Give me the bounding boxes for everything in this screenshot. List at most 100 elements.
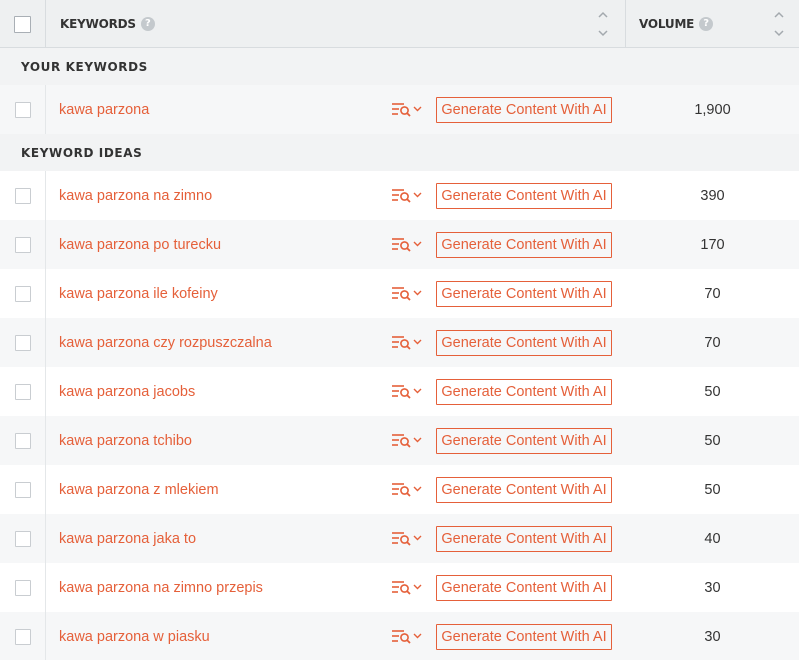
volume-cell: 390 [626,171,799,220]
keyword-cell: kawa parzona tchibo Generate Content Wit… [46,416,626,465]
volume-value: 50 [704,481,721,498]
header-checkbox-cell [0,0,46,48]
serp-list-search-icon [392,630,422,644]
keyword-link[interactable]: kawa parzona jaka to [59,531,196,547]
keyword-link[interactable]: kawa parzona z mlekiem [59,482,219,498]
volume-value: 40 [704,530,721,547]
row-checkbox[interactable] [14,101,31,118]
table-row: kawa parzona po turecku Generate Content… [0,220,799,269]
section-keyword-ideas: KEYWORD IDEAS [0,134,799,171]
keyword-cell: kawa parzona na zimno przepis Generate C… [46,563,626,612]
serp-analysis-icon[interactable] [391,627,423,645]
row-checkbox[interactable] [14,579,31,596]
generate-content-button[interactable]: Generate Content With AI [436,477,612,503]
generate-content-button[interactable]: Generate Content With AI [436,232,612,258]
row-checkbox-cell [0,416,46,465]
keyword-table: KEYWORDS ? VOLUME ? YOUR KEYWORDS kawa p… [0,0,799,660]
row-checkbox-cell [0,220,46,269]
keyword-link[interactable]: kawa parzona na zimno przepis [59,580,263,596]
serp-list-search-icon [392,385,422,399]
serp-analysis-icon[interactable] [391,235,423,253]
volume-column-header[interactable]: VOLUME ? [626,0,799,48]
serp-list-search-icon [392,336,422,350]
row-checkbox-cell [0,85,46,134]
row-checkbox[interactable] [14,285,31,302]
keyword-cell: kawa parzona ile kofeiny Generate Conten… [46,269,626,318]
table-row: kawa parzona na zimno przepis Generate C… [0,563,799,612]
keyword-cell: kawa parzona Generate Content With AI [46,85,626,134]
serp-analysis-icon[interactable] [391,382,423,400]
keyword-link[interactable]: kawa parzona tchibo [59,433,192,449]
serp-list-search-icon [392,238,422,252]
keyword-link[interactable]: kawa parzona na zimno [59,188,212,204]
serp-analysis-icon[interactable] [391,100,423,118]
table-row: kawa parzona na zimno Generate Content W… [0,171,799,220]
keyword-link[interactable]: kawa parzona po turecku [59,237,221,253]
generate-content-button[interactable]: Generate Content With AI [436,428,612,454]
generate-content-button[interactable]: Generate Content With AI [436,97,612,123]
serp-list-search-icon [392,434,422,448]
row-checkbox-cell [0,514,46,563]
serp-analysis-icon[interactable] [391,284,423,302]
keyword-link[interactable]: kawa parzona ile kofeiny [59,286,218,302]
row-checkbox[interactable] [14,236,31,253]
row-checkbox[interactable] [14,187,31,204]
serp-analysis-icon[interactable] [391,480,423,498]
sort-icon[interactable] [773,11,785,37]
row-checkbox[interactable] [14,334,31,351]
volume-value: 50 [704,383,721,400]
generate-content-button[interactable]: Generate Content With AI [436,281,612,307]
table-row: kawa parzona ile kofeiny Generate Conten… [0,269,799,318]
keyword-link[interactable]: kawa parzona w piasku [59,629,210,645]
generate-content-button[interactable]: Generate Content With AI [436,183,612,209]
keyword-ideas-list: kawa parzona na zimno Generate Content W… [0,171,799,660]
row-checkbox[interactable] [14,628,31,645]
volume-value: 390 [700,187,725,204]
generate-content-button[interactable]: Generate Content With AI [436,379,612,405]
serp-analysis-icon[interactable] [391,333,423,351]
keyword-cell: kawa parzona jacobs Generate Content Wit… [46,367,626,416]
volume-cell: 50 [626,416,799,465]
serp-analysis-icon[interactable] [391,431,423,449]
serp-analysis-icon[interactable] [391,578,423,596]
row-checkbox[interactable] [14,481,31,498]
row-checkbox-cell [0,612,46,660]
keyword-cell: kawa parzona czy rozpuszczalna Generate … [46,318,626,367]
sort-icon[interactable] [597,11,609,37]
table-row: kawa parzona Generate Content With AI 1,… [0,85,799,134]
row-checkbox[interactable] [14,432,31,449]
generate-content-button[interactable]: Generate Content With AI [436,330,612,356]
table-row: kawa parzona jaka to Generate Content Wi… [0,514,799,563]
select-all-checkbox[interactable] [14,15,31,33]
generate-content-button[interactable]: Generate Content With AI [436,575,612,601]
serp-analysis-icon[interactable] [391,529,423,547]
keywords-column-header[interactable]: KEYWORDS ? [46,0,626,48]
help-icon[interactable]: ? [140,17,155,31]
generate-content-button[interactable]: Generate Content With AI [436,526,612,552]
serp-list-search-icon [392,189,422,203]
keyword-link[interactable]: kawa parzona jacobs [59,384,195,400]
row-checkbox[interactable] [14,530,31,547]
volume-cell: 40 [626,514,799,563]
row-checkbox[interactable] [14,383,31,400]
keyword-cell: kawa parzona z mlekiem Generate Content … [46,465,626,514]
row-checkbox-cell [0,171,46,220]
serp-analysis-icon[interactable] [391,186,423,204]
volume-cell: 50 [626,367,799,416]
table-header: KEYWORDS ? VOLUME ? [0,0,799,48]
keyword-link[interactable]: kawa parzona czy rozpuszczalna [59,335,272,351]
row-checkbox-cell [0,269,46,318]
row-checkbox-cell [0,367,46,416]
volume-value: 50 [704,432,721,449]
help-icon[interactable]: ? [699,17,714,31]
table-row: kawa parzona z mlekiem Generate Content … [0,465,799,514]
row-checkbox-cell [0,318,46,367]
section-your-keywords: YOUR KEYWORDS [0,48,799,85]
keyword-link[interactable]: kawa parzona [59,102,149,118]
keyword-cell: kawa parzona w piasku Generate Content W… [46,612,626,660]
keywords-header-label: KEYWORDS [60,17,136,31]
volume-header-label: VOLUME [639,17,695,31]
volume-cell: 1,900 [626,85,799,134]
volume-value: 70 [704,334,721,351]
generate-content-button[interactable]: Generate Content With AI [436,624,612,650]
